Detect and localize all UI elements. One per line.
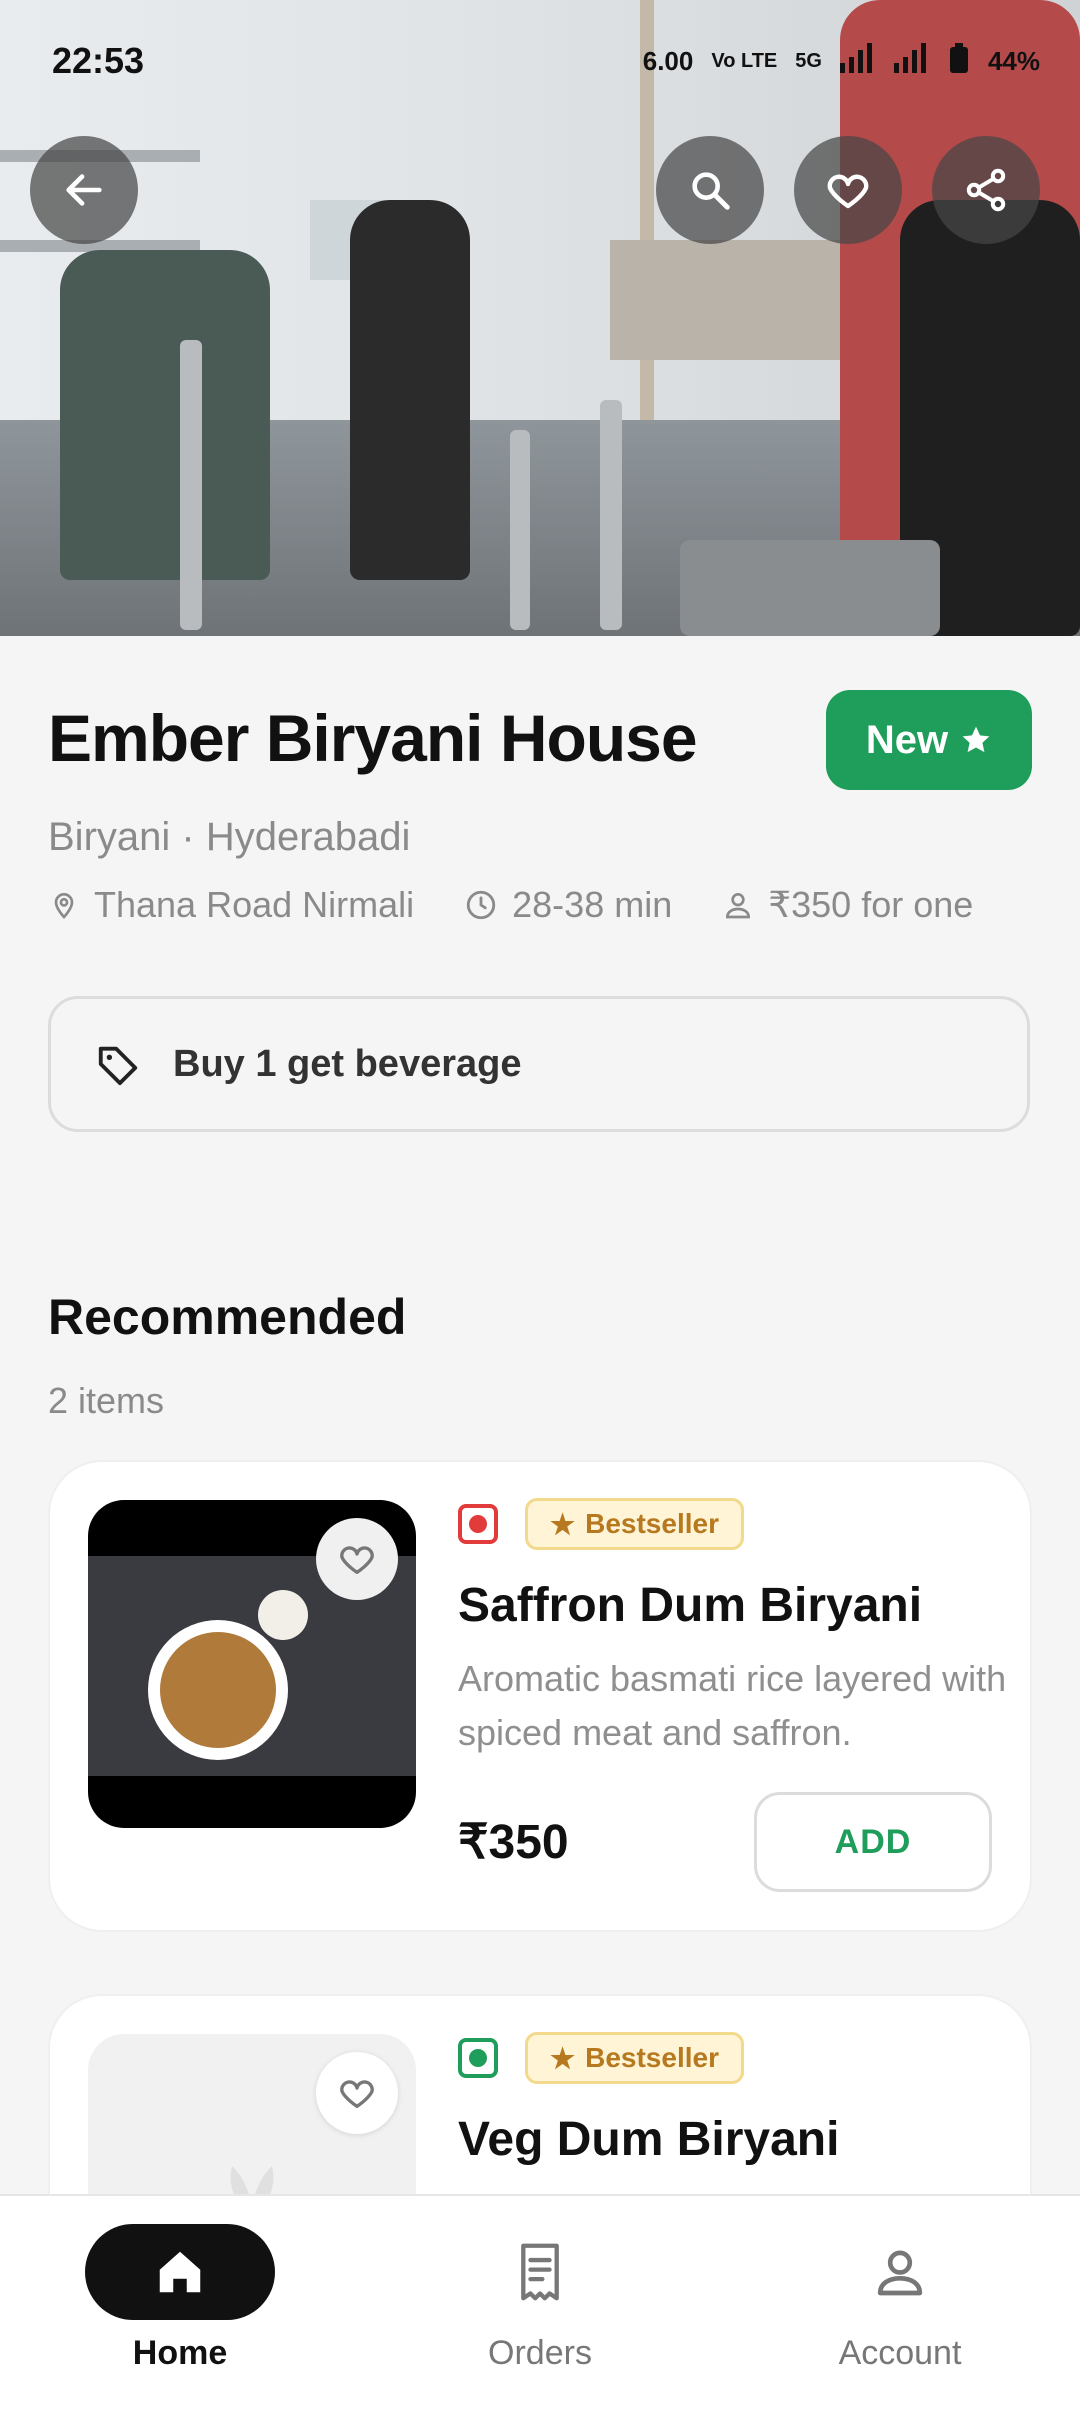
person-icon	[877, 2250, 923, 2296]
tab-orders[interactable]: Orders	[390, 2224, 690, 2373]
restaurant-hero-image	[0, 0, 1080, 636]
bestseller-badge: ★ Bestseller	[525, 2032, 744, 2084]
offer-banner[interactable]: Buy 1 get beverage	[48, 996, 1030, 1132]
back-button[interactable]	[30, 136, 138, 244]
network-type: 5G	[795, 49, 822, 72]
search-button[interactable]	[656, 136, 764, 244]
star-icon: ★	[550, 1508, 576, 1540]
dish-description: Aromatic basmati rice layered with spice…	[458, 1658, 1007, 1753]
status-bar: 22:53 6.00 Vo LTE 5G 44%	[52, 36, 1040, 86]
clock-icon	[466, 890, 496, 920]
battery-icon	[948, 42, 970, 80]
offer-text: Buy 1 get beverage	[173, 1042, 522, 1085]
person-icon	[726, 893, 751, 919]
dish-favorite-button[interactable]	[316, 2052, 398, 2134]
new-badge-label: New	[865, 717, 949, 762]
bestseller-badge: ★ Bestseller	[525, 1498, 744, 1550]
nonveg-indicator	[458, 1504, 498, 1544]
tag-icon	[98, 1046, 138, 1086]
home-icon	[159, 2251, 201, 2293]
tab-label: Orders	[488, 2334, 592, 2372]
cuisine-text: Biryani · Hyderabadi	[48, 815, 411, 859]
signal-icon	[839, 42, 876, 80]
bestseller-label: Bestseller	[585, 2042, 719, 2073]
dish-card[interactable]: ★ Bestseller Saffron Dum Biryani Aromati…	[50, 1462, 1030, 1930]
back-icon	[66, 174, 102, 206]
share-icon	[966, 168, 1006, 212]
type-dot	[469, 2049, 487, 2067]
tab-account[interactable]: Account	[750, 2224, 1050, 2373]
location-pin-icon	[54, 893, 74, 919]
battery-percent: 44%	[987, 45, 1040, 76]
dish-name: Veg Dum Biryani	[458, 2113, 840, 2166]
receipt-icon	[521, 2243, 559, 2301]
dish-price: ₹350	[458, 1816, 569, 1869]
share-button[interactable]	[932, 136, 1040, 244]
location-text: Thana Road Nirmali	[94, 884, 415, 925]
restaurant-meta: Thana Road Nirmali 28-38 min ₹350 for on…	[48, 884, 973, 926]
tab-home[interactable]: Home	[30, 2224, 330, 2373]
tab-label: Home	[132, 2334, 228, 2372]
veg-indicator	[458, 2038, 498, 2078]
new-badge: New	[826, 690, 1032, 790]
bestseller-label: Bestseller	[585, 1508, 719, 1539]
add-button[interactable]: ADD	[754, 1792, 992, 1892]
orders-tab-pill	[445, 2224, 635, 2320]
bottom-tab-bar: Home Orders Account	[0, 2194, 1080, 2414]
dish-favorite-button[interactable]	[316, 1518, 398, 1600]
net-speed: 6.00	[642, 45, 694, 76]
type-dot	[469, 1515, 487, 1533]
heart-icon	[340, 2080, 374, 2108]
star-icon: ★	[550, 2042, 576, 2074]
account-tab-pill	[805, 2224, 995, 2320]
heart-icon	[827, 174, 869, 209]
tab-label: Account	[838, 2334, 962, 2372]
restaurant-name: Ember Biryani House	[48, 701, 698, 775]
heart-icon	[340, 1546, 374, 1574]
cost-for-one: ₹350 for one	[768, 884, 974, 925]
status-time: 22:53	[52, 40, 145, 81]
section-count: 2 items	[48, 1380, 165, 1421]
home-tab-pill	[85, 2224, 275, 2320]
section-title: Recommended	[48, 1289, 407, 1345]
star-icon	[962, 726, 990, 753]
dish-name: Saffron Dum Biryani	[458, 1579, 923, 1632]
search-icon	[692, 172, 730, 210]
favorite-button[interactable]	[794, 136, 902, 244]
signal-icon-2	[893, 42, 930, 80]
volte-indicator: Vo LTE	[711, 49, 778, 72]
delivery-time: 28-38 min	[512, 884, 673, 925]
